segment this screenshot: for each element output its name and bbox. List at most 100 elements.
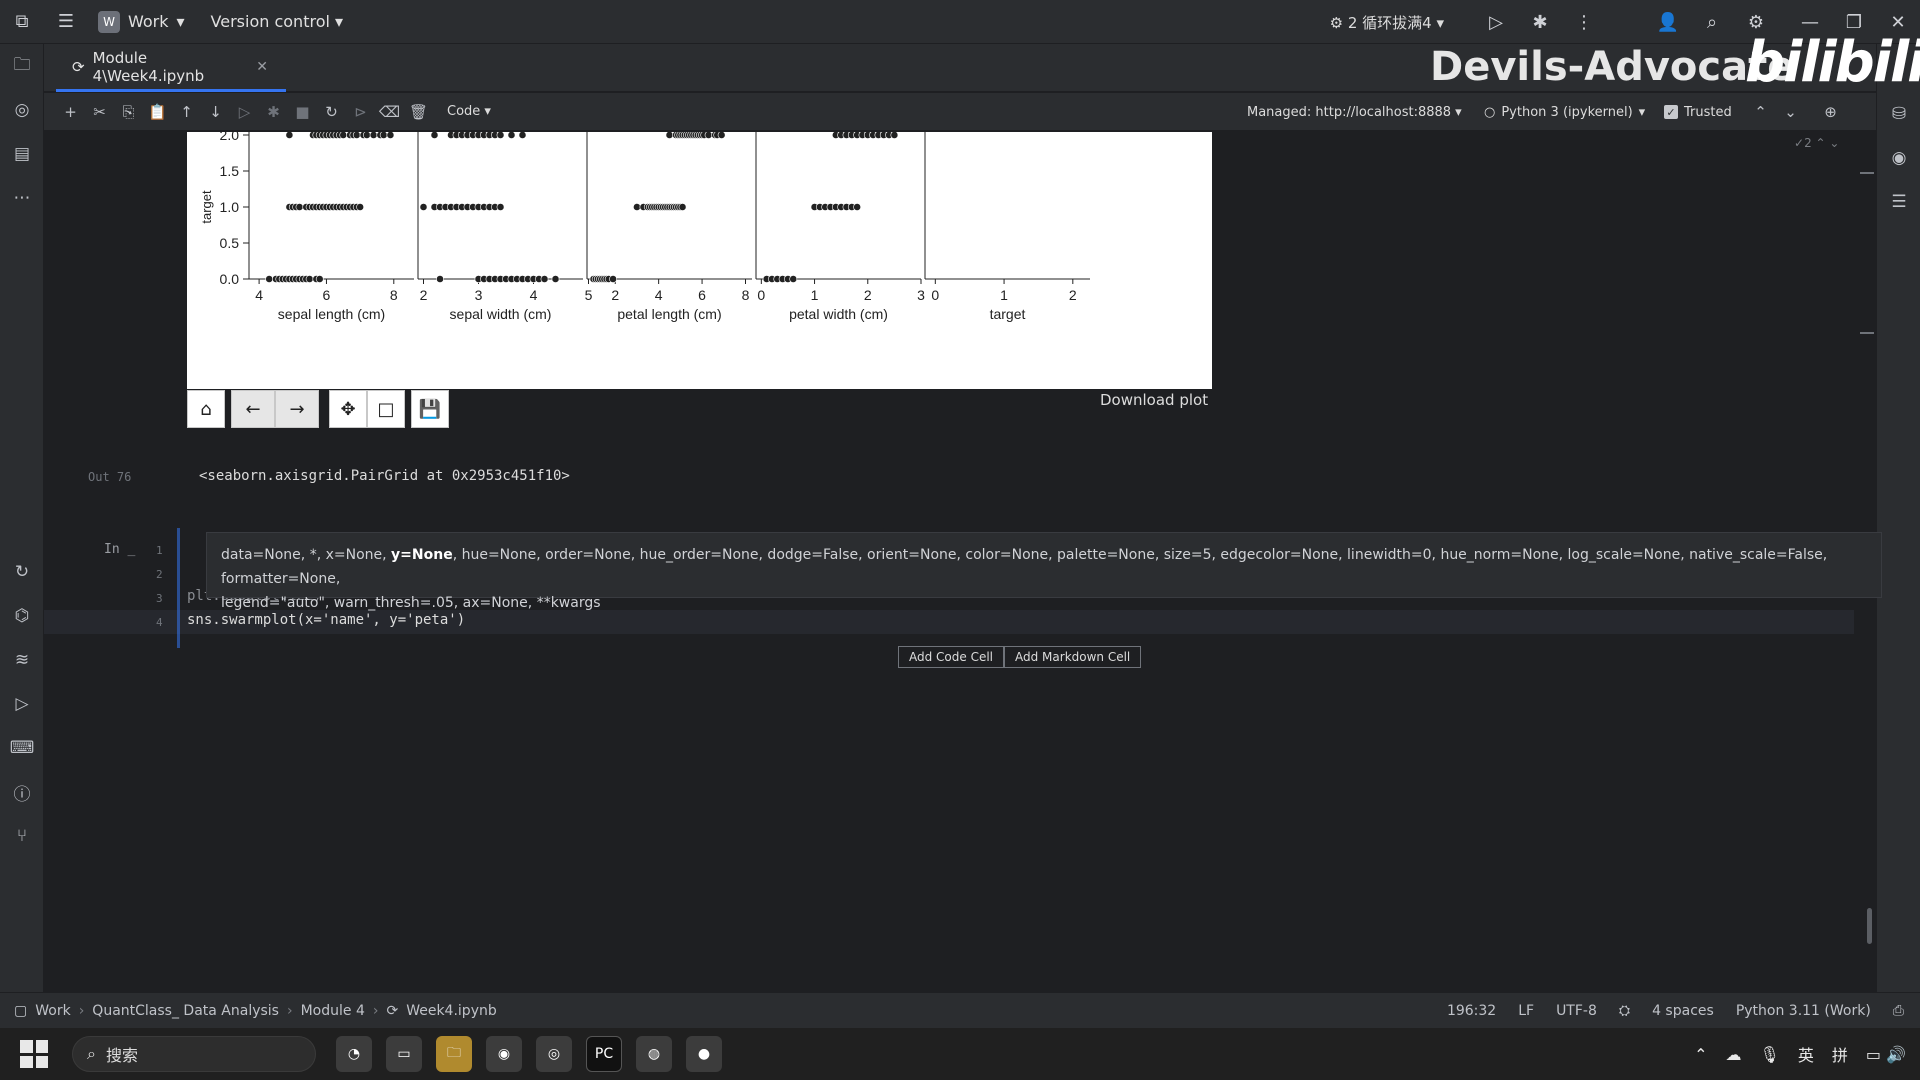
terminal-icon[interactable]: ⌨: [0, 726, 44, 770]
git-branch-icon[interactable]: ⑂: [0, 814, 44, 858]
network-volume-icon[interactable]: ▭ 🔊: [1866, 1045, 1906, 1064]
version-control-menu[interactable]: Version control ▾: [211, 12, 344, 31]
restart-kernel-icon[interactable]: ↻: [317, 93, 346, 131]
project-folder-icon[interactable]: 🗀: [0, 44, 44, 88]
next-cell-icon[interactable]: ⌄: [1776, 93, 1805, 131]
desktop-app-icon[interactable]: ▭: [386, 1036, 422, 1072]
notebook-toolbar: + ✂ ⎘ 📋 ↑ ↓ ▷ ✱ ■ ↻ ⊳ ⌫ 🗑 Code ▾ Managed…: [44, 93, 1876, 131]
y-tick-label: 0.0: [220, 271, 240, 287]
ime-language[interactable]: 英: [1798, 1042, 1814, 1066]
active-cell-indicator: [177, 528, 180, 648]
trusted-toggle[interactable]: ✓ Trusted: [1664, 93, 1732, 131]
system-tray: ⌃ ☁ 🎙 英 拼 ▭ 🔊: [1694, 1028, 1906, 1080]
copy-icon[interactable]: ⎘: [114, 93, 143, 131]
main-menu-icon[interactable]: ☰: [44, 0, 88, 44]
cell-type-dropdown[interactable]: Code ▾: [447, 104, 491, 119]
more-tools-icon[interactable]: ⋯: [0, 176, 44, 220]
delete-cell-icon[interactable]: 🗑: [404, 93, 433, 131]
trusted-checkbox[interactable]: ✓: [1664, 105, 1678, 119]
add-cell-icon[interactable]: +: [56, 93, 85, 131]
os-taskbar: ⌕ 搜索 ◔ ▭ 🗀 ◉ ◎ PC ◍ ● ⌃ ☁ 🎙 英 拼 ▭ 🔊: [0, 1028, 1920, 1080]
windows-start-icon[interactable]: [20, 1040, 48, 1068]
cat-app-icon[interactable]: ◉: [486, 1036, 522, 1072]
microphone-icon[interactable]: 🎙: [1760, 1045, 1780, 1064]
ai-assistant-icon[interactable]: ◉: [1877, 136, 1920, 180]
search-icon[interactable]: ⌕: [1690, 0, 1734, 44]
y-tick-label: 1.5: [220, 163, 240, 179]
breadcrumb-item[interactable]: Week4.ipynb: [406, 1003, 497, 1019]
debug-icon[interactable]: ✱: [1518, 0, 1562, 44]
project-selector[interactable]: W Work ▾: [98, 10, 185, 33]
line-separator[interactable]: LF: [1518, 1003, 1534, 1019]
file-encoding[interactable]: UTF-8: [1556, 1003, 1597, 1019]
home-icon[interactable]: ⌂: [187, 390, 225, 428]
chat-app-icon[interactable]: ◔: [336, 1036, 372, 1072]
run-cell-icon[interactable]: ▷: [230, 93, 259, 131]
forward-arrow-icon[interactable]: →: [275, 390, 319, 428]
move-down-icon[interactable]: ↓: [201, 93, 230, 131]
breadcrumb-item[interactable]: Work: [35, 1003, 70, 1019]
move-up-icon[interactable]: ↑: [172, 93, 201, 131]
run-all-icon[interactable]: ⊳: [346, 93, 375, 131]
clear-outputs-icon[interactable]: ⌫: [375, 93, 404, 131]
wechat-icon[interactable]: ◎: [536, 1036, 572, 1072]
pycharm-icon[interactable]: PC: [586, 1036, 622, 1072]
cut-icon[interactable]: ✂: [85, 93, 114, 131]
cloud-icon[interactable]: ☁: [1726, 1045, 1742, 1064]
ai-status-icon[interactable]: ⛭: [1619, 1003, 1630, 1019]
parameter-info-popup: data=None, *, x=None, y=None, hue=None, …: [206, 532, 1882, 611]
run-configuration[interactable]: ⚙ 2 循环拔满4 ▾: [1330, 12, 1444, 33]
kernel-dropdown[interactable]: ○ Python 3 (ipykernel) ▾: [1484, 93, 1645, 131]
pan-icon[interactable]: ✥: [329, 390, 367, 428]
add-user-icon[interactable]: 👤: [1646, 0, 1690, 44]
server-dropdown[interactable]: Managed: http://localhost:8888 ▾: [1247, 93, 1462, 131]
x-axis-label: petal length (cm): [617, 306, 721, 322]
tab-week4-notebook[interactable]: ⟳ Module 4\Week4.ipynb ✕: [56, 44, 286, 92]
recorder-icon[interactable]: ●: [686, 1036, 722, 1072]
jupyter-icon[interactable]: ◎: [0, 88, 44, 132]
services-icon[interactable]: ▷: [0, 682, 44, 726]
output-text: <seaborn.axisgrid.PairGrid at 0x2953c451…: [199, 468, 570, 484]
lock-icon[interactable]: ⎙: [1893, 1003, 1904, 1019]
file-explorer-icon[interactable]: 🗀: [436, 1036, 472, 1072]
paste-icon[interactable]: 📋: [143, 93, 172, 131]
indent-setting[interactable]: 4 spaces: [1652, 1003, 1714, 1019]
data-point: [507, 131, 516, 139]
caret-position[interactable]: 196:32: [1447, 1003, 1496, 1019]
taskbar-search[interactable]: ⌕ 搜索: [72, 1036, 316, 1072]
inspection-counter[interactable]: ✓2 ⌃ ⌄: [1794, 136, 1839, 150]
structure-icon[interactable]: ▤: [0, 132, 44, 176]
vertical-scrollbar[interactable]: [1867, 908, 1872, 944]
data-point: [379, 131, 388, 139]
breadcrumb-item[interactable]: QuantClass_ Data Analysis: [92, 1003, 279, 1019]
popup-line-2: legend="auto", warn_thresh=.05, ax=None,…: [221, 595, 601, 611]
back-arrow-icon[interactable]: ←: [231, 390, 275, 428]
ime-mode[interactable]: 拼: [1832, 1042, 1848, 1066]
close-tab-icon[interactable]: ✕: [256, 59, 268, 75]
more-icon[interactable]: ⋮: [1562, 0, 1606, 44]
add-markdown-cell-button[interactable]: Add Markdown Cell: [1004, 646, 1142, 668]
prev-cell-icon[interactable]: ⌃: [1746, 93, 1775, 131]
line-number: 2: [156, 568, 163, 581]
x-tick-label: 2: [1069, 287, 1077, 303]
problems-icon[interactable]: ⓘ: [0, 770, 44, 814]
debug-cell-icon[interactable]: ✱: [259, 93, 288, 131]
download-plot-link[interactable]: Download plot: [1100, 391, 1208, 409]
database-icon[interactable]: ⛁: [1877, 92, 1920, 136]
python-console-icon[interactable]: ⌬: [0, 594, 44, 638]
zoom-rect-icon[interactable]: □: [367, 390, 405, 428]
run-icon[interactable]: ▷: [1474, 0, 1518, 44]
globe-icon[interactable]: ⊕: [1816, 93, 1845, 131]
data-point: [665, 131, 674, 139]
save-figure-icon[interactable]: 💾: [411, 390, 449, 428]
layers-icon[interactable]: ≋: [0, 638, 44, 682]
popup-line-1: data=None, *, x=None, y=None, hue=None, …: [221, 547, 1828, 587]
add-code-cell-button[interactable]: Add Code Cell: [898, 646, 1005, 668]
chevron-up-icon[interactable]: ⌃: [1694, 1045, 1707, 1064]
notifications-icon[interactable]: ☰: [1877, 180, 1920, 224]
interrupt-icon[interactable]: ■: [288, 93, 317, 131]
breadcrumb-item[interactable]: Module 4: [301, 1003, 365, 1019]
browser-icon[interactable]: ◍: [636, 1036, 672, 1072]
sync-icon[interactable]: ↻: [0, 550, 44, 594]
python-interpreter[interactable]: Python 3.11 (Work): [1736, 1003, 1871, 1019]
